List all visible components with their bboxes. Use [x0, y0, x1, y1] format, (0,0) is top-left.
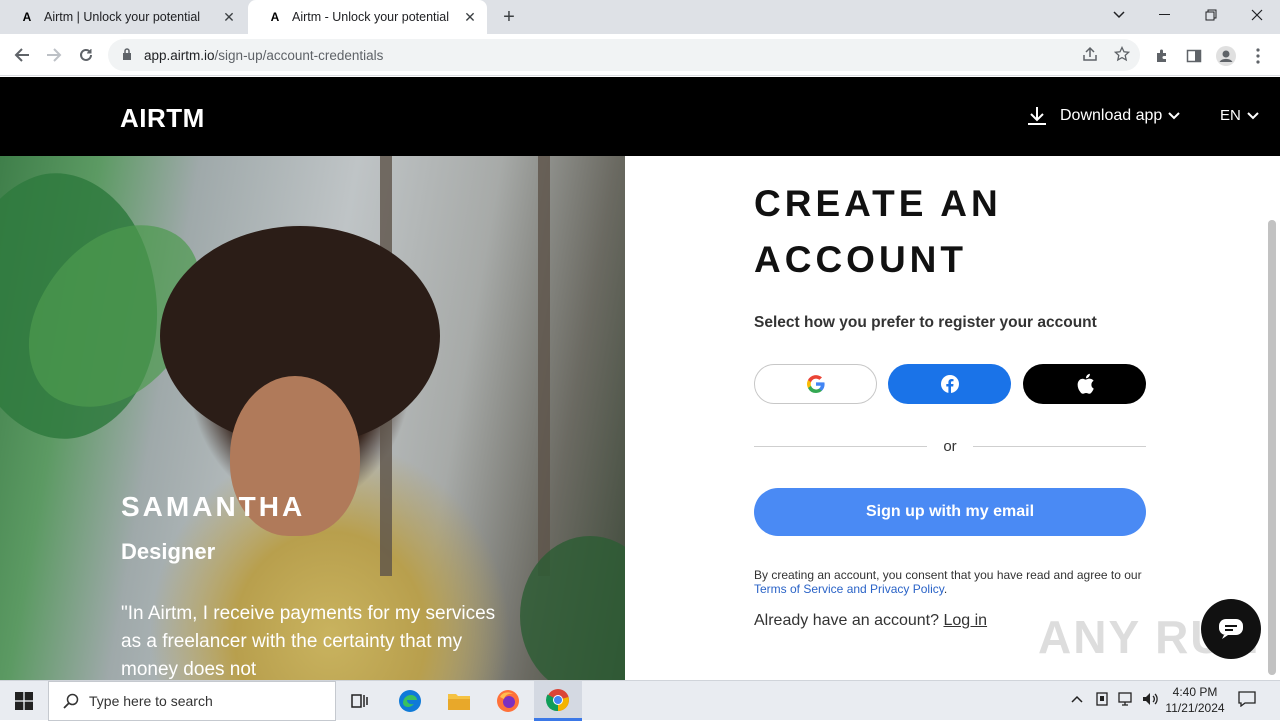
google-icon [806, 375, 825, 393]
airtm-logo[interactable]: AIRTM [120, 103, 205, 134]
chevron-down-icon [1247, 111, 1259, 119]
network-icon[interactable] [1118, 691, 1136, 710]
testimonial-role: Designer [121, 539, 216, 564]
page-scrollbar[interactable] [1268, 220, 1276, 675]
forward-button[interactable] [42, 43, 66, 67]
tab-title: Airtm | Unlock your potential [44, 10, 201, 24]
chrome-icon [546, 688, 569, 711]
apple-icon [1077, 373, 1094, 394]
restore-button[interactable] [1188, 0, 1234, 30]
login-link[interactable]: Log in [943, 612, 987, 629]
language-label: EN [1220, 107, 1241, 124]
or-divider: or [754, 437, 1146, 455]
minimize-button[interactable] [1142, 0, 1188, 30]
browser-tab-strip: A Airtm | Unlock your potential ✕ A Airt… [0, 0, 1280, 34]
register-method-prompt: Select how you prefer to register your a… [754, 314, 1097, 331]
edge-taskbar-button[interactable] [386, 681, 434, 721]
system-clock[interactable]: 4:40 PM 11/21/2024 [1160, 684, 1230, 716]
divider-line [972, 445, 1146, 447]
terms-privacy-link[interactable]: Terms of Service and Privacy Policy [754, 582, 944, 596]
google-signup-button[interactable] [754, 364, 877, 404]
testimonial-hero-image: SAMANTHA Designer "In Airtm, I receive p… [0, 156, 625, 680]
taskbar-search-box[interactable]: Type here to search [48, 681, 336, 721]
profile-avatar-icon[interactable] [1215, 45, 1237, 67]
device-icon[interactable] [1095, 691, 1109, 710]
file-explorer-taskbar-button[interactable] [435, 681, 483, 721]
facebook-icon [940, 375, 959, 393]
download-app-menu[interactable]: Download app [1026, 105, 1181, 127]
tab-search-icon[interactable] [1096, 0, 1142, 30]
folder-icon [448, 694, 470, 710]
chevron-down-icon [1168, 112, 1181, 120]
start-button[interactable] [0, 681, 48, 721]
chat-support-button[interactable] [1201, 599, 1261, 659]
facebook-signup-button[interactable] [888, 364, 1011, 404]
task-view-icon [351, 694, 368, 708]
notifications-icon[interactable] [1238, 691, 1256, 710]
consent-notice: By creating an account, you consent that… [754, 568, 1154, 596]
firefox-taskbar-button[interactable] [484, 681, 532, 721]
testimonial-quote: "In Airtm, I receive payments for my ser… [121, 603, 496, 680]
side-panel-icon[interactable] [1183, 45, 1205, 67]
volume-icon[interactable] [1142, 691, 1160, 710]
clock-time: 4:40 PM [1172, 685, 1218, 699]
browser-tab-2[interactable]: A Airtm - Unlock your potential ✕ [248, 0, 487, 34]
chrome-taskbar-button[interactable] [534, 681, 582, 721]
chat-icon [1219, 619, 1243, 639]
email-signup-button[interactable]: Sign up with my email [754, 488, 1146, 536]
windows-taskbar: Type here to search 4:40 PM 11/21/2024 [0, 680, 1280, 721]
firefox-icon [497, 690, 519, 712]
airtm-favicon-icon: A [270, 10, 280, 24]
search-icon [63, 693, 79, 709]
login-prompt: Already have an account? Log in [754, 612, 987, 630]
search-placeholder: Type here to search [89, 693, 213, 709]
url-path: /sign-up/account-credentials [214, 47, 384, 63]
login-prompt-text: Already have an account? [754, 612, 940, 629]
windows-logo-icon [15, 692, 33, 710]
close-window-button[interactable] [1234, 0, 1280, 30]
address-bar[interactable]: app.airtm.io/sign-up/account-credentials [108, 39, 1140, 71]
signup-form: CREATE AN ACCOUNT Select how you prefer … [625, 156, 1280, 680]
site-header: AIRTM Download app EN [0, 77, 1280, 156]
url-host: app.airtm.io [144, 47, 215, 63]
download-app-label: Download app [1060, 107, 1163, 124]
airtm-favicon-icon: A [22, 10, 32, 24]
apple-signup-button[interactable] [1023, 364, 1146, 404]
share-icon[interactable] [1080, 44, 1100, 64]
close-tab-icon[interactable]: ✕ [218, 6, 240, 28]
divider-label: or [943, 437, 957, 455]
language-selector[interactable]: EN [1220, 107, 1259, 124]
page-title: CREATE AN ACCOUNT [754, 183, 1002, 280]
divider-line [754, 445, 928, 447]
consent-end: . [943, 582, 948, 596]
consent-text: By creating an account, you consent that… [754, 568, 1142, 582]
edge-icon [399, 690, 421, 712]
chrome-menu-icon[interactable] [1247, 45, 1269, 67]
back-button[interactable] [10, 43, 34, 67]
reload-button[interactable] [74, 43, 98, 67]
new-tab-button[interactable]: + [498, 5, 520, 29]
close-tab-icon[interactable]: ✕ [459, 6, 481, 28]
browser-toolbar: app.airtm.io/sign-up/account-credentials [0, 34, 1280, 76]
extensions-icon[interactable] [1151, 45, 1173, 67]
task-view-button[interactable] [336, 681, 384, 721]
lock-icon[interactable] [122, 47, 136, 63]
clock-date: 11/21/2024 [1165, 701, 1225, 715]
show-hidden-icons-button[interactable] [1071, 691, 1083, 706]
download-icon [1028, 107, 1046, 125]
browser-tab-1[interactable]: A Airtm | Unlock your potential ✕ [0, 0, 246, 34]
scrollbar-thumb[interactable] [1268, 220, 1276, 675]
bookmark-star-icon[interactable] [1112, 44, 1132, 64]
testimonial-name: SAMANTHA [121, 491, 306, 522]
tab-title: Airtm - Unlock your potential [292, 10, 450, 24]
